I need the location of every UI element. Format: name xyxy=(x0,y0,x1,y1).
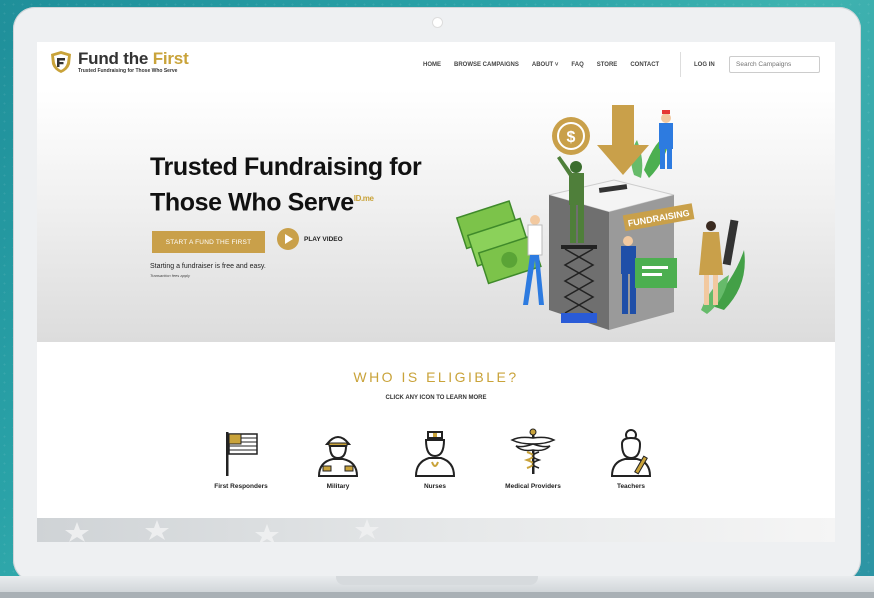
brand-tagline: Trusted Fundraising for Those Who Serve xyxy=(78,68,178,74)
nav-contact[interactable]: CONTACT xyxy=(630,62,659,68)
category-first-responders[interactable]: First Responders xyxy=(201,426,281,490)
laptop-notch xyxy=(336,576,538,585)
category-label: Military xyxy=(326,483,350,490)
nav-browse-campaigns[interactable]: BROWSE CAMPAIGNS xyxy=(454,62,519,68)
shield-logo-icon xyxy=(51,51,71,73)
star-pattern xyxy=(65,519,379,542)
login-link[interactable]: LOG IN xyxy=(694,62,715,68)
teacher-icon xyxy=(610,429,652,477)
brand-name-part1: Fund the xyxy=(78,49,153,68)
play-video-label: PLAY VIDEO xyxy=(304,235,343,243)
category-label: Teachers xyxy=(616,483,646,490)
eligibility-section: WHO IS ELIGIBLE? CLICK ANY ICON TO LEARN… xyxy=(37,342,835,518)
category-label: Medical Providers xyxy=(505,483,561,490)
site-logo[interactable]: Fund the First Trusted Fundraising for T… xyxy=(50,50,189,74)
hero-illustration: FUNDRAISING $ xyxy=(455,105,745,330)
category-nurses[interactable]: Nurses xyxy=(395,426,475,490)
caduceus-icon xyxy=(510,428,556,474)
play-icon xyxy=(277,228,299,250)
nurse-icon xyxy=(414,431,456,477)
category-label: First Responders xyxy=(214,483,268,490)
webcam xyxy=(433,18,442,27)
search-input[interactable] xyxy=(729,56,820,73)
hero-title-line2: Those Who Serve xyxy=(150,188,354,217)
hero-title: Trusted Fundraising for Those Who ServeI… xyxy=(150,152,422,218)
play-video-button[interactable]: PLAY VIDEO xyxy=(277,228,343,250)
idme-badge: ID.me xyxy=(353,194,374,203)
hero-title-line1: Trusted Fundraising for xyxy=(150,153,422,181)
nav-divider xyxy=(680,52,681,77)
hero-subtext: Starting a fundraiser is free and easy. xyxy=(150,263,266,270)
website-screen: Fund the First Trusted Fundraising for T… xyxy=(37,42,835,542)
eligibility-title: WHO IS ELIGIBLE? xyxy=(353,369,519,385)
laptop-base-shadow xyxy=(0,592,874,598)
eligibility-subtitle: CLICK ANY ICON TO LEARN MORE xyxy=(385,395,487,401)
start-fundraiser-button[interactable]: START A FUND THE FIRST xyxy=(152,231,265,253)
nav-store[interactable]: STORE xyxy=(597,62,618,68)
category-teachers[interactable]: Teachers xyxy=(591,426,671,490)
flag-icon xyxy=(226,432,258,476)
nav-faq[interactable]: FAQ xyxy=(571,62,583,68)
category-medical-providers[interactable]: Medical Providers xyxy=(493,426,573,490)
brand-name-part2: First xyxy=(152,49,189,68)
navbar: Fund the First Trusted Fundraising for T… xyxy=(37,42,835,90)
hero-fineprint: Transaction fees apply xyxy=(150,273,190,278)
category-military[interactable]: Military xyxy=(298,426,378,490)
soldier-icon xyxy=(317,436,359,477)
svg-text:$: $ xyxy=(567,129,576,146)
category-label: Nurses xyxy=(423,483,447,490)
nav-home[interactable]: HOME xyxy=(423,62,441,68)
nav-about[interactable]: ABOUT ˅ xyxy=(532,62,559,68)
hero-section: Trusted Fundraising for Those Who ServeI… xyxy=(37,90,835,342)
bottom-star-band xyxy=(37,518,835,542)
main-menu: HOME BROWSE CAMPAIGNS ABOUT ˅ FAQ STORE … xyxy=(423,62,672,68)
